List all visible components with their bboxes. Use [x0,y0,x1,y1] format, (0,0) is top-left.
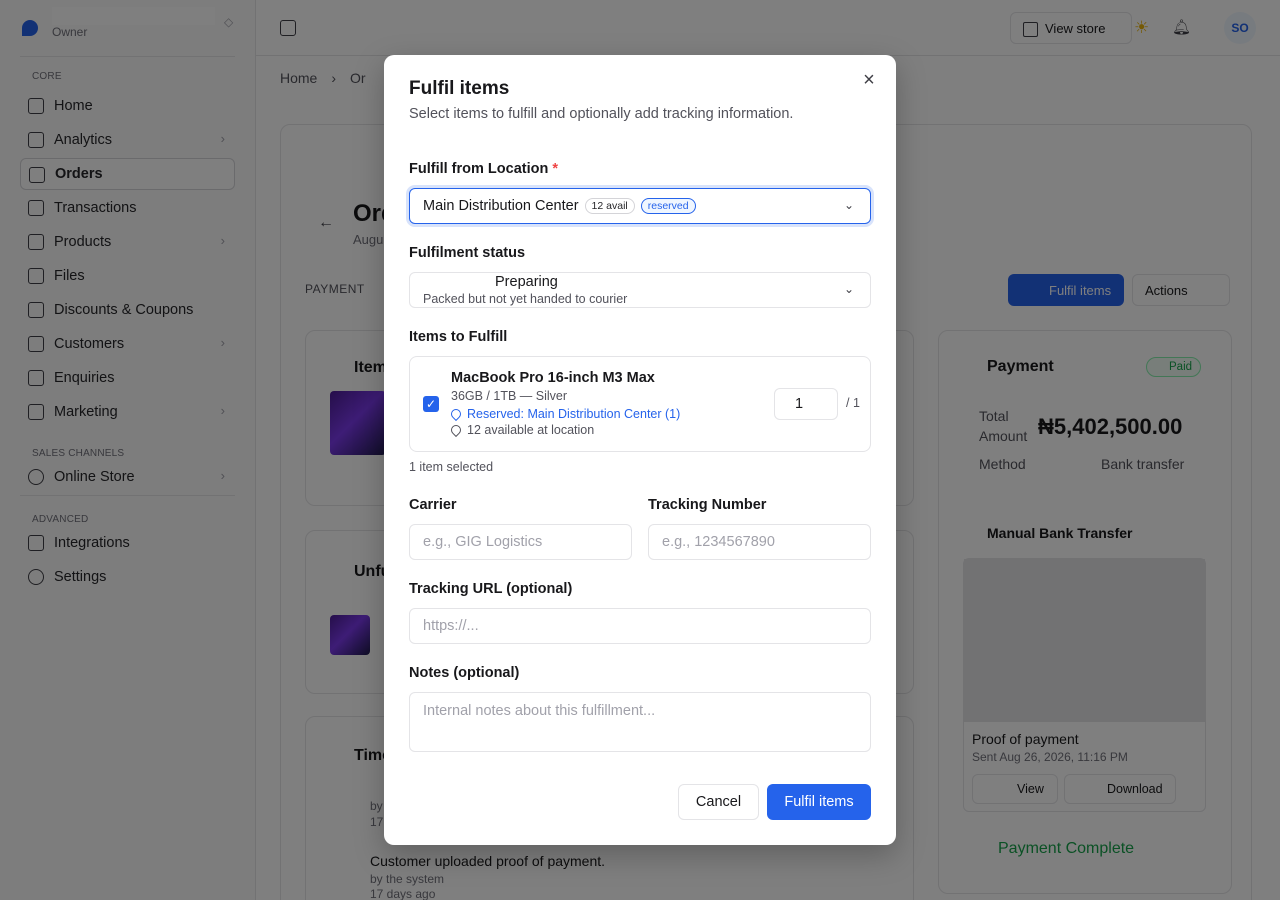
required-marker: * [552,161,559,177]
status-label: Fulfilment status [409,245,526,261]
carrier-label: Carrier [409,497,457,513]
close-icon[interactable]: × [858,69,880,91]
item-name: MacBook Pro 16-inch M3 Max [451,370,655,386]
notes-label: Notes (optional) [409,665,520,681]
quantity-input[interactable]: 1 [774,388,838,420]
fulfil-items-dialog: × Fulfil items Select items to fulfill a… [384,55,896,845]
map-pin-icon [448,406,464,422]
selected-count: 1 item selected [409,460,494,474]
item-reserved-text: Reserved: Main Distribution Center (1) [467,407,681,421]
item-available-text: 12 available at location [467,423,595,437]
reserved-badge: reserved [640,198,696,214]
cancel-button[interactable]: Cancel [678,784,759,820]
quantity-max: / 1 [846,396,860,410]
tracking-url-input[interactable]: https://... [409,608,871,644]
status-select[interactable]: Preparing Packed but not yet handed to c… [409,272,871,308]
dialog-title: Fulfil items [409,78,510,99]
notes-textarea[interactable]: Internal notes about this fulfillment... [409,692,871,752]
fulfil-items-submit-button[interactable]: Fulfil items [767,784,871,820]
item-reserved: Reserved: Main Distribution Center (1) [448,406,681,422]
chevron-down-icon: ⌄ [843,282,854,296]
fulfil-item-row: ✓ MacBook Pro 16-inch M3 Max 36GB / 1TB … [409,356,871,452]
item-variant: 36GB / 1TB — Silver [451,389,568,403]
tracking-number-input[interactable]: e.g., 1234567890 [648,524,871,560]
location-label: Fulfill from Location * [409,161,558,177]
location-value: Main Distribution Center [423,198,579,214]
items-label: Items to Fulfill [409,329,508,345]
item-available: 12 available at location [448,422,595,438]
tracking-url-label: Tracking URL (optional) [409,581,573,597]
location-select[interactable]: Main Distribution Center 12 avail reserv… [409,188,871,224]
status-value: Preparing [495,274,558,290]
location-label-text: Fulfill from Location [409,161,549,177]
item-checkbox[interactable]: ✓ [423,396,439,412]
map-pin-icon [448,422,464,438]
tracking-number-label: Tracking Number [648,497,767,513]
available-badge: 12 avail [584,198,635,214]
carrier-input[interactable]: e.g., GIG Logistics [409,524,632,560]
chevron-down-icon: ⌄ [843,198,854,212]
status-description: Packed but not yet handed to courier [423,292,628,306]
dialog-description: Select items to fulfill and optionally a… [409,106,794,122]
